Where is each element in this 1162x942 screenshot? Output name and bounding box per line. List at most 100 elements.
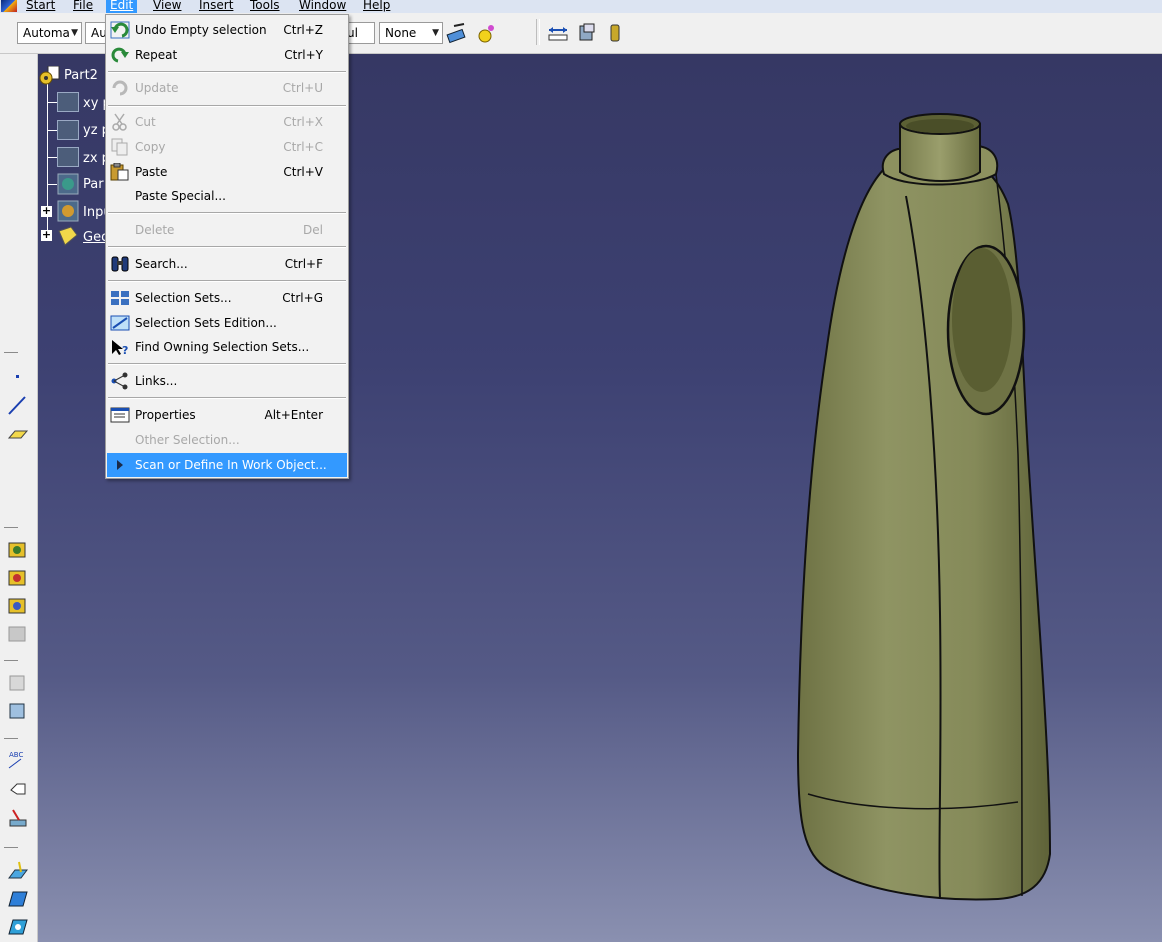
flag-note-icon[interactable] <box>7 778 29 800</box>
menu-separator <box>108 280 346 282</box>
menu-separator <box>108 71 346 73</box>
links-icon <box>111 372 128 390</box>
yz-plane-icon[interactable] <box>57 120 79 140</box>
linetype-combo[interactable]: Au <box>85 22 107 44</box>
menu-item-repeat[interactable]: Repeat Ctrl+Y <box>107 44 347 66</box>
menu-item-copy[interactable]: Copy Ctrl+C <box>107 136 347 158</box>
menu-edit[interactable]: Edit <box>106 0 138 13</box>
menu-item-shortcut: Ctrl+C <box>283 140 323 154</box>
menu-tools[interactable]: Tools <box>246 0 284 13</box>
menu-item-shortcut: Ctrl+G <box>282 291 323 305</box>
menu-item-cut[interactable]: Cut Ctrl+X <box>107 111 347 133</box>
menu-item-scan-define-in-work-object[interactable]: Scan or Define In Work Object... <box>107 453 347 477</box>
menu-window[interactable]: Window <box>295 0 350 13</box>
svg-text:ABC: ABC <box>9 751 23 759</box>
menu-item-label: Paste <box>135 165 168 179</box>
partbody-icon[interactable] <box>57 173 79 195</box>
properties-painter-icon[interactable] <box>475 22 497 44</box>
menu-item-label: Selection Sets Edition... <box>135 316 277 330</box>
menu-item-links[interactable]: Links... <box>107 370 347 392</box>
xy-plane-icon[interactable] <box>57 92 79 112</box>
menu-view[interactable]: View <box>149 0 185 13</box>
menu-item-selection-sets[interactable]: Selection Sets... Ctrl+G <box>107 287 347 309</box>
menu-item-paste-special[interactable]: Paste Special... <box>107 185 347 207</box>
menu-item-label: Undo Empty selection <box>135 23 267 37</box>
menu-separator <box>108 212 346 214</box>
sketch-icon[interactable] <box>7 808 29 830</box>
binoculars-icon <box>111 256 129 272</box>
menu-item-shortcut: Ctrl+V <box>283 165 323 179</box>
menu-bar: Start File Edit View Insert Tools Window… <box>0 0 1162 13</box>
menu-item-label: Copy <box>135 140 166 154</box>
chevron-down-icon: ▼ <box>71 28 78 38</box>
painter-icon[interactable] <box>446 22 468 44</box>
menu-separator <box>108 397 346 399</box>
color-combo[interactable]: Automa ▼ <box>17 22 82 44</box>
color-combo-value: Automa <box>23 26 70 40</box>
menu-item-shortcut: Ctrl+Z <box>283 23 323 37</box>
revolve-icon[interactable] <box>7 566 29 588</box>
expand-icon[interactable]: + <box>41 229 52 241</box>
tree-node-partbody[interactable]: Par <box>83 177 104 192</box>
tree-connector <box>47 102 57 103</box>
menu-item-label: Repeat <box>135 48 178 62</box>
find-owning-icon: ? <box>112 340 128 356</box>
selection-sets-edition-icon <box>110 315 130 331</box>
tree-connector <box>47 130 57 131</box>
measure-inertia-icon[interactable] <box>604 22 626 44</box>
menu-item-delete[interactable]: Delete Del <box>107 219 347 241</box>
surface-icon[interactable] <box>7 888 29 910</box>
menu-item-shortcut: Del <box>303 223 323 237</box>
measure-item-icon[interactable] <box>576 22 598 44</box>
sweep-icon[interactable] <box>7 594 29 616</box>
line-icon[interactable] <box>7 394 29 416</box>
menu-help[interactable]: Help <box>359 0 394 13</box>
text-annotation-icon[interactable]: ABC <box>7 748 29 770</box>
copy-icon <box>111 138 128 156</box>
update-icon <box>112 80 128 96</box>
measure-between-icon[interactable] <box>547 22 569 44</box>
point-icon[interactable] <box>7 366 29 388</box>
menu-item-label: Search... <box>135 257 188 271</box>
layer-combo[interactable]: None ▼ <box>379 22 443 44</box>
part-gear-icon[interactable] <box>39 66 61 86</box>
menu-item-label: Paste Special... <box>135 189 226 203</box>
menu-item-undo[interactable]: Undo Empty selection Ctrl+Z <box>107 19 347 41</box>
menu-separator <box>108 363 346 365</box>
menu-item-shortcut: Ctrl+Y <box>284 48 323 62</box>
menu-item-shortcut: Ctrl+U <box>282 81 323 95</box>
menu-item-other-selection[interactable]: Other Selection... <box>107 429 347 451</box>
analysis-icon[interactable] <box>7 916 29 938</box>
chevron-down-icon: ▼ <box>432 28 439 38</box>
zx-plane-icon[interactable] <box>57 147 79 167</box>
axis-system-icon[interactable] <box>7 860 29 882</box>
inputs-icon[interactable] <box>57 200 79 222</box>
menu-item-find-owning-selection-sets[interactable]: ? Find Owning Selection Sets... <box>107 336 347 358</box>
menu-start[interactable]: Start <box>22 0 59 13</box>
menu-item-search[interactable]: Search... Ctrl+F <box>107 253 347 275</box>
menu-file[interactable]: File <box>69 0 97 13</box>
toolbar-separator <box>4 352 18 353</box>
join-icon[interactable] <box>7 672 29 694</box>
left-toolbar: ABC <box>0 54 38 942</box>
menu-insert[interactable]: Insert <box>195 0 237 13</box>
extrude-icon[interactable] <box>7 538 29 560</box>
fill-icon[interactable] <box>7 622 29 644</box>
undo-icon <box>110 21 130 39</box>
menu-item-selection-sets-edition[interactable]: Selection Sets Edition... <box>107 312 347 334</box>
menu-item-label: Find Owning Selection Sets... <box>135 340 310 354</box>
menu-item-update[interactable]: Update Ctrl+U <box>107 77 347 99</box>
paste-icon <box>110 163 129 181</box>
expand-icon[interactable]: + <box>41 205 52 217</box>
split-icon[interactable] <box>7 700 29 722</box>
menu-separator <box>108 105 346 107</box>
menu-item-paste[interactable]: Paste Ctrl+V <box>107 161 347 183</box>
plane-icon[interactable] <box>7 422 29 444</box>
tree-node-part2[interactable]: Part2 <box>64 68 98 83</box>
menu-item-shortcut: Ctrl+F <box>284 257 323 271</box>
tree-connector <box>47 184 57 185</box>
catia-logo-icon[interactable] <box>1 0 17 12</box>
geometrical-set-icon[interactable] <box>57 225 79 247</box>
menu-separator <box>108 246 346 248</box>
menu-item-properties[interactable]: Properties Alt+Enter <box>107 404 347 426</box>
